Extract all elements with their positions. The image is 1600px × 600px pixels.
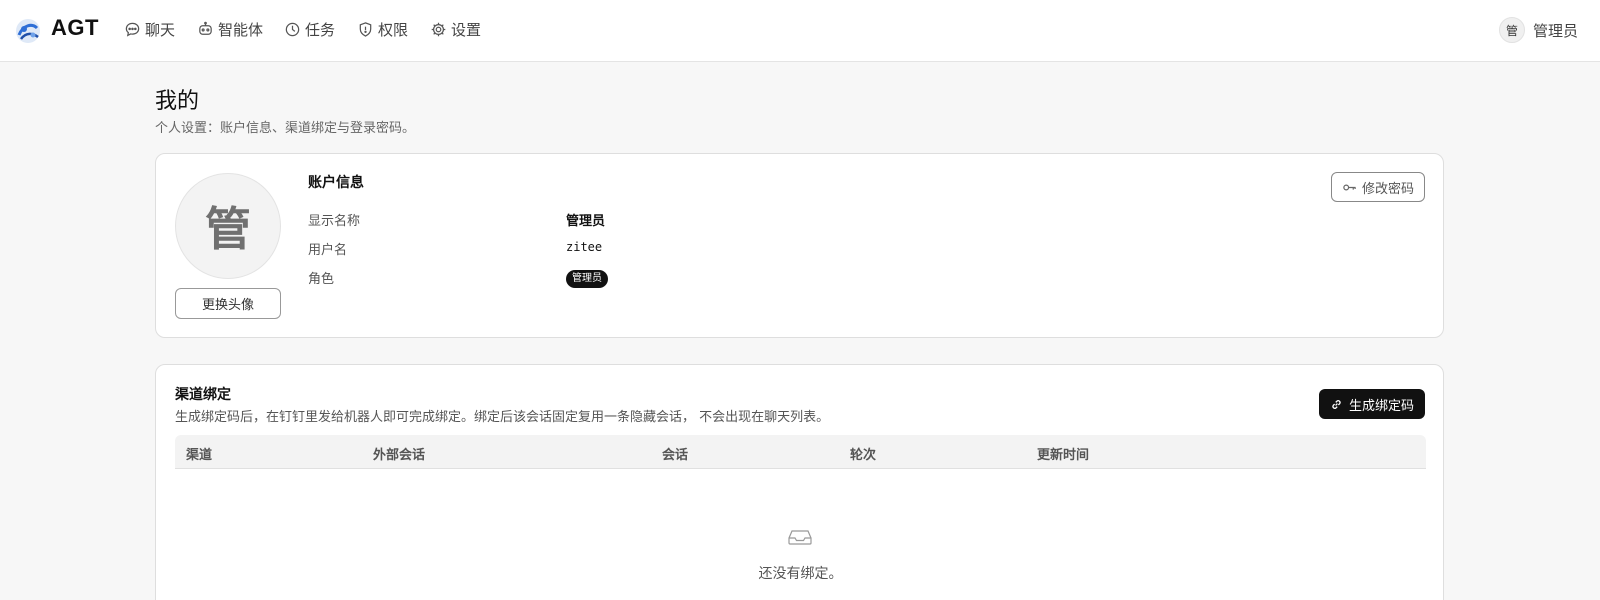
account-info-title: 账户信息 [308,175,364,191]
nav-item-tasks[interactable]: 任务 [284,19,335,40]
nav-label: 权限 [378,21,409,39]
column-header-rounds[interactable]: 轮次 [850,444,876,463]
empty-state-text: 还没有绑定。 [758,566,843,582]
nav-label: 任务 [305,21,336,39]
change-avatar-button[interactable]: 更换头像 [175,288,281,319]
bindings-table-header: 渠道 外部会话 会话 轮次 更新时间 [175,435,1426,469]
robot-icon [199,21,212,35]
page-title: 我的 [155,89,200,114]
nav-label: 设置 [451,21,482,39]
shield-icon [359,22,372,37]
profile-avatar: 管 [175,173,281,279]
generate-binding-code-label: 生成绑定码 [1348,398,1414,414]
nav-item-settings[interactable]: 设置 [430,19,481,40]
user-avatar[interactable]: 管 [1498,17,1525,43]
display-name-value: 管理员 [566,214,606,229]
generate-binding-code-button[interactable]: 生成绑定码 [1318,389,1425,419]
column-header-session[interactable]: 会话 [662,444,688,463]
username-label: 用户名 [308,243,348,258]
key-icon [1343,184,1356,190]
chat-icon [125,22,140,37]
nav-item-agents[interactable]: 智能体 [197,19,263,40]
role-badge: 管理员 [566,270,608,288]
change-password-button[interactable]: 修改密码 [1330,172,1425,202]
nav-item-permissions[interactable]: 权限 [357,19,408,40]
nav-item-chat[interactable]: 聊天 [124,19,175,40]
display-name-label: 显示名称 [308,214,361,229]
channel-binding-title: 渠道绑定 [175,387,231,403]
change-password-label: 修改密码 [1361,181,1414,197]
column-header-channel[interactable]: 渠道 [186,444,212,463]
nav-label: 聊天 [145,21,176,39]
page-subtitle: 个人设置：账户信息、渠道绑定与登录密码。 [155,121,416,136]
column-header-updated-time[interactable]: 更新时间 [1037,444,1089,463]
inbox-empty-icon [788,530,812,545]
username-value: zitee [566,240,603,254]
logo-icon[interactable] [14,17,42,45]
brand-name[interactable]: AGT [51,15,99,41]
gear-icon [431,22,446,37]
channel-binding-description: 生成绑定码后，在钉钉里发给机器人即可完成绑定。绑定后该会话固定复用一条隐藏会话，… [175,410,830,425]
column-header-external-session[interactable]: 外部会话 [373,444,425,463]
top-navigation-bar: AGT 聊天 智能体 任务 权限 设置 管 管理员 [0,0,1600,62]
link-icon [1332,399,1341,409]
account-info-card: 管 更换头像 账户信息 显示名称 管理员 用户名 zitee 角色 管理员 修改… [155,153,1444,338]
clock-icon [285,22,300,37]
user-name[interactable]: 管理员 [1533,20,1578,41]
nav-label: 智能体 [218,21,264,39]
user-menu[interactable]: 管 管理员 [1498,17,1578,43]
role-label: 角色 [308,272,335,287]
channel-binding-card: 渠道绑定 生成绑定码后，在钉钉里发给机器人即可完成绑定。绑定后该会话固定复用一条… [155,364,1444,600]
